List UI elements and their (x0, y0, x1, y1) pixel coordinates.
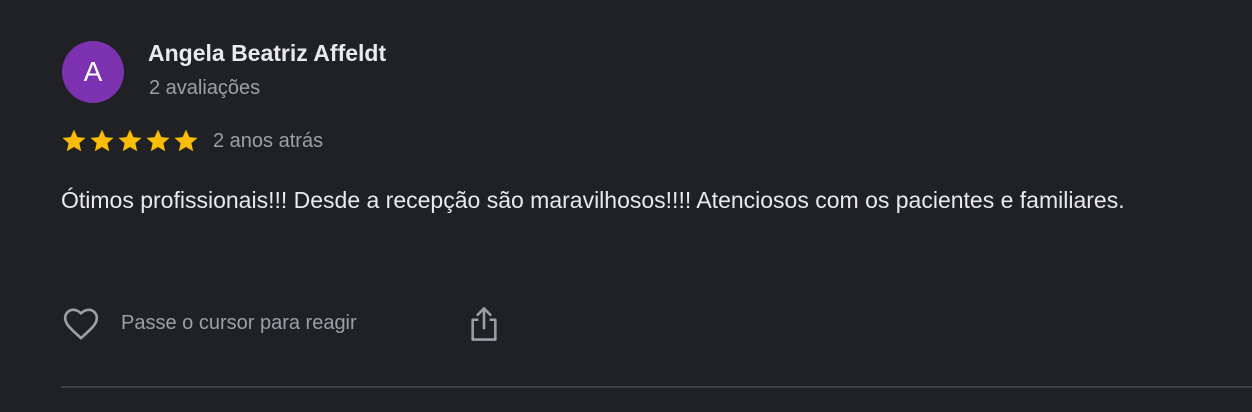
review-text: Ótimos profissionais!!! Desde a recepção… (61, 187, 1125, 213)
star-filled-icon (118, 129, 142, 152)
avatar[interactable]: A (62, 41, 124, 103)
star-filled-icon (146, 129, 170, 152)
reviewer-review-count: 2 avaliações (149, 77, 261, 99)
star-filled-icon (62, 129, 86, 152)
react-label: Passe o cursor para reagir (121, 312, 357, 334)
heart-icon[interactable] (60, 304, 102, 344)
review-card: A Angela Beatriz Affeldt 2 avaliações 2 … (0, 0, 1252, 412)
reviewer-name[interactable]: Angela Beatriz Affeldt (148, 40, 386, 67)
divider (61, 386, 1252, 388)
star-filled-icon (174, 129, 198, 152)
star-filled-icon (90, 129, 114, 152)
star-rating (60, 127, 200, 157)
share-icon[interactable] (467, 305, 501, 343)
review-date: 2 anos atrás (213, 130, 324, 152)
